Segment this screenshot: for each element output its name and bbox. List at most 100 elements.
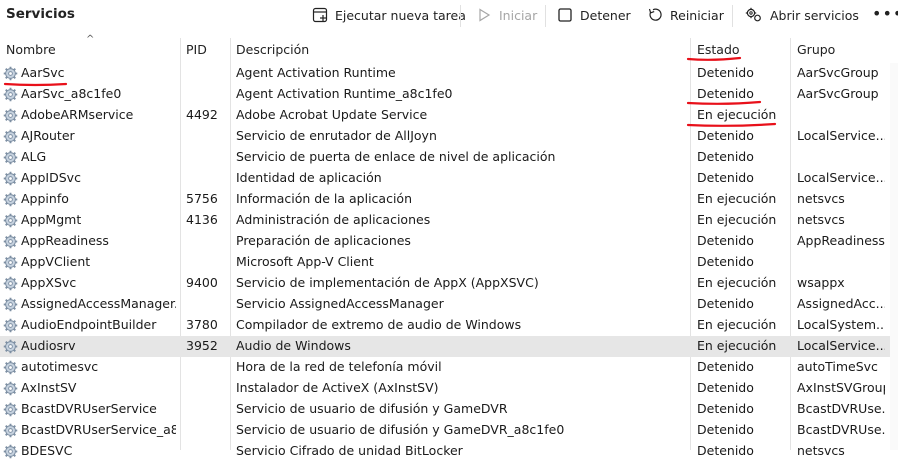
service-name: AudioEndpointBuilder <box>21 317 157 332</box>
service-description: Identidad de aplicación <box>236 170 382 185</box>
service-name: autotimesvc <box>21 359 99 374</box>
service-name: AdobeARMservice <box>21 107 134 122</box>
services-icon <box>745 7 761 22</box>
service-gear-icon <box>3 297 18 312</box>
toolbar-divider <box>545 5 546 27</box>
table-row[interactable]: BcastDVRUserService_a8... Servicio de usu… <box>0 420 890 441</box>
service-gear-icon <box>3 381 18 396</box>
service-name: AppXSvc <box>21 275 77 290</box>
run-new-task-label: Ejecutar nueva tarea <box>335 7 466 23</box>
vertical-scrollbar[interactable] <box>890 63 898 450</box>
service-name: AJRouter <box>21 128 75 143</box>
table-row[interactable]: AarSvc_a8c1fe0 Agent Activation Runtime_a… <box>0 84 890 105</box>
service-status: Detenido <box>697 233 754 248</box>
stop-icon <box>558 8 572 22</box>
service-description: Microsoft App-V Client <box>236 254 374 269</box>
service-status: Detenido <box>697 86 754 101</box>
service-group: netsvcs <box>797 212 845 227</box>
play-icon <box>479 8 491 22</box>
table-row[interactable]: AppIDSvc Identidad de aplicación Detenido L… <box>0 168 890 189</box>
column-header-description[interactable]: Descripción <box>236 42 309 57</box>
service-group: LocalSystem... <box>797 317 885 332</box>
service-name: AppVClient <box>21 254 91 269</box>
column-header-group[interactable]: Grupo <box>797 42 835 57</box>
service-description: Servicio AssignedAccessManager <box>236 296 444 311</box>
service-gear-icon <box>3 213 18 228</box>
table-row[interactable]: Appinfo 5756 Información de la aplicación E… <box>0 189 890 210</box>
service-status: Detenido <box>697 296 754 311</box>
table-row[interactable]: AssignedAccessManager... Servicio Assigne… <box>0 294 890 315</box>
service-gear-icon <box>3 87 18 102</box>
service-pid: 4492 <box>186 107 218 122</box>
service-description: Servicio Cifrado de unidad BitLocker <box>236 443 463 458</box>
open-services-label: Abrir servicios <box>770 7 859 23</box>
service-description: Adobe Acrobat Update Service <box>236 107 428 122</box>
open-services-button[interactable]: Abrir servicios <box>745 5 859 25</box>
service-pid: 3780 <box>186 317 218 332</box>
service-group: netsvcs <box>797 191 845 206</box>
service-description: Agent Activation Runtime <box>236 65 396 80</box>
service-status: Detenido <box>697 380 754 395</box>
table-row[interactable]: AdobeARMservice 4492 Adobe Acrobat Update … <box>0 105 890 126</box>
table-row[interactable]: AppReadiness Preparación de aplicaciones D… <box>0 231 890 252</box>
service-description: Instalador de ActiveX (AxInstSV) <box>236 380 439 395</box>
new-task-icon <box>312 7 328 23</box>
column-header-name[interactable]: Nombre <box>6 42 56 57</box>
toolbar: Servicios Ejecutar nueva tarea Iniciar D… <box>0 0 898 34</box>
service-status: En ejecución <box>697 107 777 122</box>
service-description: Preparación de aplicaciones <box>236 233 411 248</box>
service-gear-icon <box>3 234 18 249</box>
service-status: En ejecución <box>697 338 777 353</box>
service-status: Detenido <box>697 443 754 458</box>
service-group: AarSvcGroup <box>797 86 879 101</box>
more-options-icon[interactable]: ••• <box>872 4 898 23</box>
service-gear-icon <box>3 150 18 165</box>
service-gear-icon <box>3 129 18 144</box>
service-group: wsappx <box>797 275 845 290</box>
service-status: Detenido <box>697 128 754 143</box>
service-pid: 3952 <box>186 338 218 353</box>
service-group: netsvcs <box>797 443 845 458</box>
service-status: Detenido <box>697 65 754 80</box>
service-gear-icon <box>3 66 18 81</box>
service-status: Detenido <box>697 359 754 374</box>
table-row[interactable]: AJRouter Servicio de enrutador de AllJoyn… <box>0 126 890 147</box>
restart-label: Reiniciar <box>670 7 724 23</box>
column-header-status[interactable]: Estado <box>697 42 740 57</box>
service-name: BcastDVRUserService_a8... <box>21 422 176 437</box>
service-description: Audio de Windows <box>236 338 351 353</box>
table-row[interactable]: AppXSvc 9400 Servicio de implementación de… <box>0 273 890 294</box>
stop-button[interactable]: Detener <box>557 5 631 25</box>
table-row[interactable]: ALG Servicio de puerta de enlace de nivel… <box>0 147 890 168</box>
service-name: AppMgmt <box>21 212 82 227</box>
service-gear-icon <box>3 276 18 291</box>
table-row[interactable]: Audiosrv 3952 Audio de Windows En ejecución… <box>0 336 890 357</box>
table-row[interactable]: AppMgmt 4136 Administración de aplicacione… <box>0 210 890 231</box>
service-group: LocalService... <box>797 170 885 185</box>
service-status: Detenido <box>697 170 754 185</box>
service-gear-icon <box>3 423 18 438</box>
table-row[interactable]: BDESVC Servicio Cifrado de unidad BitLock… <box>0 441 890 462</box>
table-row[interactable]: AarSvc Agent Activation Runtime Detenido Aa… <box>0 63 890 84</box>
service-name: AarSvc <box>21 65 65 80</box>
table-row[interactable]: AudioEndpointBuilder 3780 Compilador de ex… <box>0 315 890 336</box>
table-row[interactable]: AxInstSV Instalador de ActiveX (AxInstSV)… <box>0 378 890 399</box>
service-group: AppReadiness <box>797 233 885 248</box>
service-gear-icon <box>3 339 18 354</box>
service-gear-icon <box>3 318 18 333</box>
restart-button[interactable]: Reiniciar <box>647 5 724 25</box>
service-status: En ejecución <box>697 191 777 206</box>
service-gear-icon <box>3 360 18 375</box>
service-name: AxInstSV <box>21 380 77 395</box>
table-row[interactable]: AppVClient Microsoft App-V Client Detenido <box>0 252 890 273</box>
service-name: AppIDSvc <box>21 170 81 185</box>
service-description: Servicio de implementación de AppX (AppX… <box>236 275 539 290</box>
toolbar-divider <box>732 5 733 27</box>
column-header-pid[interactable]: PID <box>186 42 207 57</box>
service-gear-icon <box>3 171 18 186</box>
table-row[interactable]: autotimesvc Hora de la red de telefonía m… <box>0 357 890 378</box>
service-description: Servicio de enrutador de AllJoyn <box>236 128 437 143</box>
run-new-task-button[interactable]: Ejecutar nueva tarea <box>312 5 466 25</box>
start-button[interactable]: Iniciar <box>476 5 537 25</box>
table-row[interactable]: BcastDVRUserService Servicio de usuario d… <box>0 399 890 420</box>
